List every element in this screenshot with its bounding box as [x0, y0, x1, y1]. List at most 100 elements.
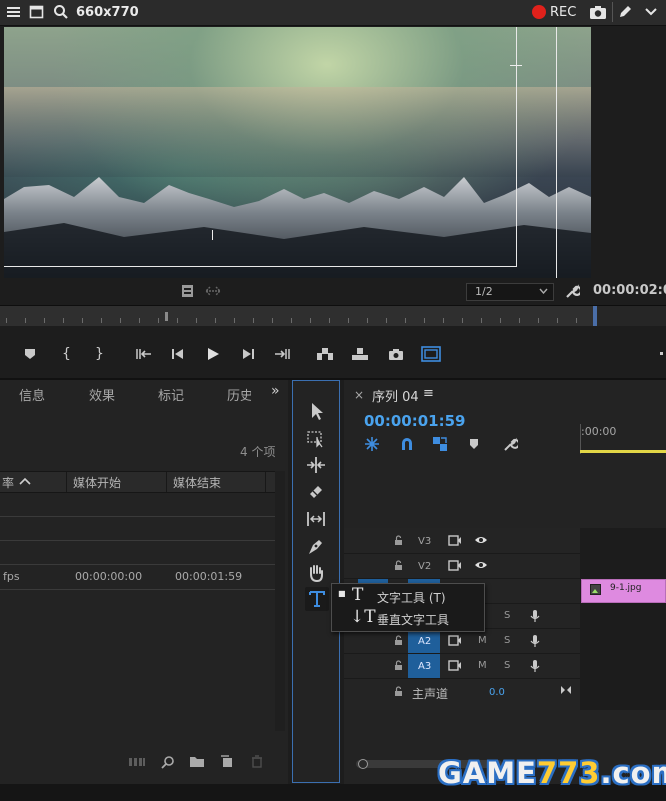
sequence-menu-button[interactable]: ≡: [423, 386, 434, 401]
playhead-timecode[interactable]: 00:00:02:0: [593, 283, 666, 298]
mute-button[interactable]: M: [478, 660, 487, 671]
work-area-bar[interactable]: [580, 450, 666, 453]
track-select-tool-icon[interactable]: [305, 427, 327, 449]
automate-to-sequence-icon[interactable]: [128, 757, 146, 767]
safe-margins-icon[interactable]: [421, 346, 441, 362]
column-header-media-start[interactable]: 媒体开始: [73, 474, 121, 491]
microphone-icon[interactable]: [530, 634, 540, 648]
new-bin-folder-icon[interactable]: [189, 755, 205, 768]
monitor-time-ruler[interactable]: [0, 305, 666, 326]
microphone-icon[interactable]: [530, 609, 540, 623]
track-row-v2[interactable]: V2: [344, 554, 580, 579]
sort-ascending-icon[interactable]: [19, 477, 31, 485]
sync-lock-icon[interactable]: [448, 660, 462, 671]
selection-tool-icon[interactable]: [305, 400, 327, 422]
master-volume-value[interactable]: 0.0: [489, 687, 505, 698]
snap-magnet-icon[interactable]: [399, 436, 415, 452]
new-item-icon[interactable]: [220, 755, 234, 768]
cell-rate: fps: [3, 570, 20, 583]
mute-button[interactable]: M: [478, 635, 487, 646]
add-marker-icon[interactable]: [24, 348, 36, 360]
rec-indicator-icon[interactable]: [532, 5, 546, 19]
solo-button[interactable]: S: [504, 610, 510, 621]
vertical-scrollbar[interactable]: [275, 471, 285, 731]
microphone-icon[interactable]: [530, 659, 540, 673]
monitor-controls: 1/2 00:00:02:0: [0, 279, 666, 305]
close-sequence-button[interactable]: ×: [354, 388, 364, 402]
chevron-down-icon[interactable]: [643, 4, 659, 20]
menu-item-type-tool[interactable]: ■ T 文字工具 (T): [332, 585, 484, 607]
scroll-handle[interactable]: [358, 759, 368, 769]
lock-icon[interactable]: [394, 660, 403, 671]
slip-tool-icon[interactable]: [305, 508, 327, 530]
extract-icon[interactable]: [351, 347, 369, 361]
timeline-settings-wrench-icon[interactable]: [502, 436, 518, 452]
timeline-timecode[interactable]: 00:00:01:59: [364, 412, 466, 430]
program-monitor-preview[interactable]: [4, 27, 591, 278]
window-icon[interactable]: [29, 4, 45, 20]
lock-icon[interactable]: [394, 635, 403, 646]
search-icon[interactable]: [53, 4, 69, 20]
mark-out-icon[interactable]: }: [95, 346, 104, 362]
playhead-marker[interactable]: [165, 312, 168, 321]
track-row-a3[interactable]: A3 M S: [344, 654, 580, 679]
go-to-edit-point-icon[interactable]: [560, 685, 572, 695]
sync-lock-icon[interactable]: [448, 635, 462, 646]
track-content-area[interactable]: [580, 528, 666, 710]
eye-icon[interactable]: [474, 535, 488, 545]
play-icon[interactable]: [206, 347, 220, 361]
track-row-v3[interactable]: V3: [344, 529, 580, 554]
timeline-clip[interactable]: 9-1.jpg: [581, 579, 666, 603]
tab-effects[interactable]: 效果: [89, 385, 115, 404]
export-frame-camera-icon[interactable]: [388, 347, 404, 361]
menu-icon[interactable]: [6, 4, 22, 20]
ruler-tick: [272, 318, 273, 323]
tab-history[interactable]: 历史: [227, 385, 251, 404]
track-row-a2[interactable]: A2 M S: [344, 629, 580, 654]
tabs-overflow-button[interactable]: »: [271, 383, 280, 399]
tab-markers[interactable]: 标记: [158, 385, 184, 404]
step-forward-icon[interactable]: [241, 348, 255, 360]
razor-tool-icon[interactable]: [305, 481, 327, 503]
insert-frame-icon[interactable]: [181, 284, 195, 298]
type-tool-flyout-menu: ■ T 文字工具 (T) ↓T 垂直文字工具: [331, 583, 485, 632]
wrench-icon[interactable]: [564, 283, 580, 299]
lift-icon[interactable]: [316, 347, 334, 361]
pen-tool-icon[interactable]: [305, 535, 327, 557]
hand-tool-icon[interactable]: [305, 562, 327, 584]
eye-icon[interactable]: [474, 560, 488, 570]
column-header-media-end[interactable]: 媒体结束: [173, 474, 221, 491]
lock-icon[interactable]: [394, 686, 403, 697]
lock-icon[interactable]: [394, 560, 403, 571]
more-controls-icon[interactable]: [660, 352, 663, 355]
linked-selection-icon[interactable]: [432, 436, 448, 452]
sync-lock-icon[interactable]: [448, 535, 462, 546]
column-header-rate[interactable]: 率: [2, 474, 14, 491]
out-point-marker[interactable]: [593, 306, 597, 326]
go-to-out-icon[interactable]: [274, 348, 290, 360]
dotted-arrows-icon[interactable]: [205, 285, 221, 297]
menu-item-vertical-type-tool[interactable]: ↓T 垂直文字工具: [332, 607, 484, 629]
sync-lock-icon[interactable]: [448, 560, 462, 571]
solo-button[interactable]: S: [504, 660, 510, 671]
nest-sequence-icon[interactable]: [364, 436, 380, 452]
table-row[interactable]: fps 00:00:00:00 00:00:01:59: [0, 565, 275, 589]
solo-button[interactable]: S: [504, 635, 510, 646]
trash-icon[interactable]: [251, 755, 263, 768]
lock-icon[interactable]: [394, 535, 403, 546]
add-marker-icon[interactable]: [469, 438, 479, 450]
pencil-icon[interactable]: [617, 4, 633, 20]
zoom-select[interactable]: 1/2: [466, 283, 554, 301]
column-divider: [66, 472, 67, 492]
camera-icon[interactable]: [589, 4, 607, 20]
rec-button-label[interactable]: REC: [550, 5, 576, 20]
ripple-edit-tool-icon[interactable]: [305, 454, 327, 476]
tab-info[interactable]: 信息: [19, 385, 45, 404]
mark-in-icon[interactable]: {: [62, 346, 71, 362]
find-icon[interactable]: [161, 755, 175, 769]
panel-tabs: 信息 效果 标记 历史 »: [0, 380, 288, 406]
step-back-icon[interactable]: [171, 348, 185, 360]
go-to-in-icon[interactable]: [136, 348, 152, 360]
sequence-tab-title[interactable]: 序列 04: [372, 386, 419, 405]
type-tool-icon[interactable]: [305, 587, 329, 611]
